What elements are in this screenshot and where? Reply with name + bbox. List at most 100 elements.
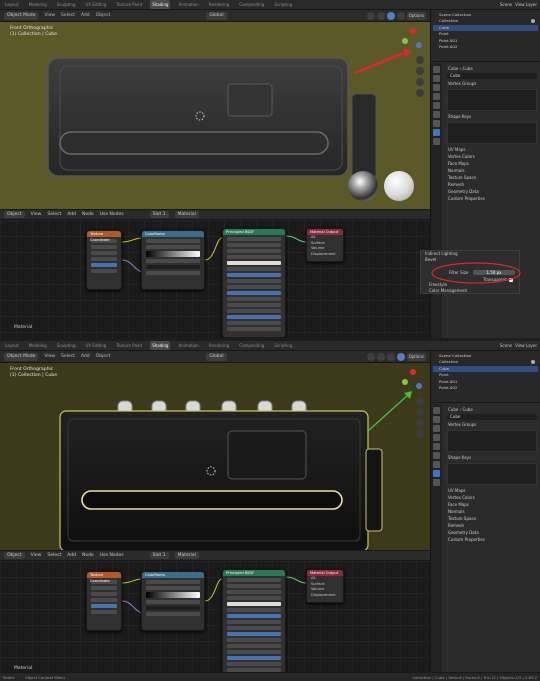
- node-colorramp[interactable]: ColorRamp: [141, 571, 205, 631]
- tab-scripting[interactable]: Scripting: [272, 341, 294, 350]
- node-texture-coordinate[interactable]: Texture Coordinate: [86, 230, 122, 290]
- rendered-shading-icon[interactable]: [396, 353, 405, 361]
- menu-object[interactable]: Object: [96, 354, 111, 359]
- tab-sculpting[interactable]: Sculpting: [55, 341, 78, 350]
- output-tab-icon[interactable]: [433, 84, 440, 91]
- tab-sculpting[interactable]: Sculpting: [55, 0, 78, 9]
- tab-texture-paint[interactable]: Texture Paint: [114, 0, 144, 9]
- node-material-output[interactable]: Material Output All Surface Volume Displ…: [306, 228, 344, 262]
- menu-add[interactable]: Add: [81, 354, 90, 359]
- options-button[interactable]: Options: [406, 353, 426, 361]
- tab-rendering[interactable]: Rendering: [207, 341, 231, 350]
- panel-custom-properties[interactable]: Custom Properties: [445, 536, 539, 543]
- 3d-viewport[interactable]: Front Orthographic (1) Collection | Cube: [0, 363, 430, 550]
- tab-scripting[interactable]: Scripting: [272, 0, 294, 9]
- panel-uv-maps[interactable]: UV Maps: [445, 487, 539, 494]
- panel-shape-keys[interactable]: Shape Keys: [445, 454, 539, 461]
- mesh-data-tab-icon[interactable]: [433, 129, 440, 136]
- object-tab-icon[interactable]: [433, 111, 440, 118]
- menu-select[interactable]: Select: [61, 13, 75, 18]
- tab-uv-editing[interactable]: UV Editing: [84, 0, 109, 9]
- panel-vertex-colors[interactable]: Vertex Colors: [445, 153, 539, 160]
- render-tab-icon[interactable]: [433, 75, 440, 82]
- rendered-shading-icon[interactable]: [396, 12, 405, 20]
- menu-view[interactable]: View: [44, 13, 55, 18]
- view-layer-selector[interactable]: View Layer: [515, 341, 537, 350]
- panel-face-maps[interactable]: Face Maps: [445, 160, 539, 167]
- tab-compositing[interactable]: Compositing: [237, 341, 266, 350]
- navigation-gizmo[interactable]: [402, 369, 424, 391]
- shape-keys-list[interactable]: [447, 122, 537, 144]
- mode-dropdown[interactable]: Object Mode: [4, 11, 39, 20]
- material-preview-icon[interactable]: [386, 12, 395, 20]
- panel-geometry-data[interactable]: Geometry Data: [445, 529, 539, 536]
- material-selector[interactable]: Material: [174, 211, 199, 218]
- menu-view[interactable]: View: [44, 354, 55, 359]
- zoom-icon[interactable]: [416, 56, 424, 64]
- use-nodes-checkbox[interactable]: Use Nodes: [100, 212, 124, 217]
- tool-tab-icon[interactable]: [433, 66, 440, 73]
- grid-icon[interactable]: [416, 430, 424, 438]
- tab-animation[interactable]: Animation: [176, 0, 200, 9]
- tab-rendering[interactable]: Rendering: [207, 0, 231, 9]
- node-menu-view[interactable]: View: [31, 212, 42, 217]
- node-menu-select[interactable]: Select: [47, 212, 61, 217]
- tab-shading[interactable]: Shading: [150, 341, 171, 350]
- grid-icon[interactable]: [416, 89, 424, 97]
- panel-normals[interactable]: Normals: [445, 508, 539, 515]
- pan-hand-icon[interactable]: [416, 67, 424, 75]
- use-nodes-checkbox[interactable]: Use Nodes: [100, 553, 124, 558]
- camera-icon[interactable]: [416, 78, 424, 86]
- node-menu-node[interactable]: Node: [82, 553, 94, 558]
- panel-vertex-colors[interactable]: Vertex Colors: [445, 494, 539, 501]
- panel-geometry-data[interactable]: Geometry Data: [445, 188, 539, 195]
- view-layer-selector[interactable]: View Layer: [515, 0, 537, 9]
- pan-hand-icon[interactable]: [416, 408, 424, 416]
- slot-dropdown[interactable]: Slot 1: [149, 211, 169, 218]
- popup-color-management[interactable]: Color Management: [425, 288, 467, 294]
- tab-layout[interactable]: Layout: [3, 0, 21, 9]
- tab-animation[interactable]: Animation: [176, 341, 200, 350]
- output-tab-icon[interactable]: [433, 425, 440, 432]
- tab-texture-paint[interactable]: Texture Paint: [114, 341, 144, 350]
- outliner[interactable]: Scene Collection Collection Cube Point P…: [431, 10, 540, 62]
- vertex-groups-list[interactable]: [447, 430, 537, 452]
- slot-dropdown[interactable]: Slot 1: [149, 552, 169, 559]
- node-menu-add[interactable]: Add: [67, 212, 76, 217]
- node-menu-node[interactable]: Node: [82, 212, 94, 217]
- node-type-dropdown[interactable]: Object: [4, 552, 25, 559]
- object-tab-icon[interactable]: [433, 452, 440, 459]
- material-selector[interactable]: Material: [174, 552, 199, 559]
- panel-custom-properties[interactable]: Custom Properties: [445, 195, 539, 202]
- wireframe-shading-icon[interactable]: [366, 12, 375, 20]
- panel-shape-keys[interactable]: Shape Keys: [445, 113, 539, 120]
- node-editor[interactable]: Texture Coordinate ColorRamp Principled …: [0, 561, 430, 679]
- node-texture-coordinate[interactable]: Texture Coordinate: [86, 571, 122, 631]
- solid-shading-icon[interactable]: [376, 12, 385, 20]
- orientation-dropdown[interactable]: Global: [206, 352, 227, 361]
- modifier-tab-icon[interactable]: [433, 120, 440, 127]
- panel-texture-space[interactable]: Texture Space: [445, 515, 539, 522]
- node-type-dropdown[interactable]: Object: [4, 211, 25, 218]
- panel-face-maps[interactable]: Face Maps: [445, 501, 539, 508]
- modifier-tab-icon[interactable]: [433, 461, 440, 468]
- panel-uv-maps[interactable]: UV Maps: [445, 146, 539, 153]
- transparent-checkbox[interactable]: [509, 278, 513, 282]
- mesh-name-field[interactable]: Cube: [447, 414, 537, 420]
- panel-vertex-groups[interactable]: Vertex Groups: [445, 421, 539, 428]
- node-editor[interactable]: Texture Coordinate ColorRamp Principled …: [0, 220, 430, 338]
- mode-dropdown[interactable]: Object Mode: [4, 352, 39, 361]
- panel-texture-space[interactable]: Texture Space: [445, 174, 539, 181]
- tool-tab-icon[interactable]: [433, 407, 440, 414]
- world-tab-icon[interactable]: [433, 443, 440, 450]
- node-menu-add[interactable]: Add: [67, 553, 76, 558]
- node-material-output[interactable]: Material Output All Surface Volume Displ…: [306, 569, 344, 603]
- filter-size-field[interactable]: 1.50 px: [473, 270, 515, 275]
- node-menu-select[interactable]: Select: [47, 553, 61, 558]
- node-principled-bsdf[interactable]: Principled BSDF: [222, 569, 286, 679]
- menu-object[interactable]: Object: [96, 13, 111, 18]
- node-menu-view[interactable]: View: [31, 553, 42, 558]
- material-preview-icon[interactable]: [386, 353, 395, 361]
- tab-compositing[interactable]: Compositing: [237, 0, 266, 9]
- node-colorramp[interactable]: ColorRamp: [141, 230, 205, 290]
